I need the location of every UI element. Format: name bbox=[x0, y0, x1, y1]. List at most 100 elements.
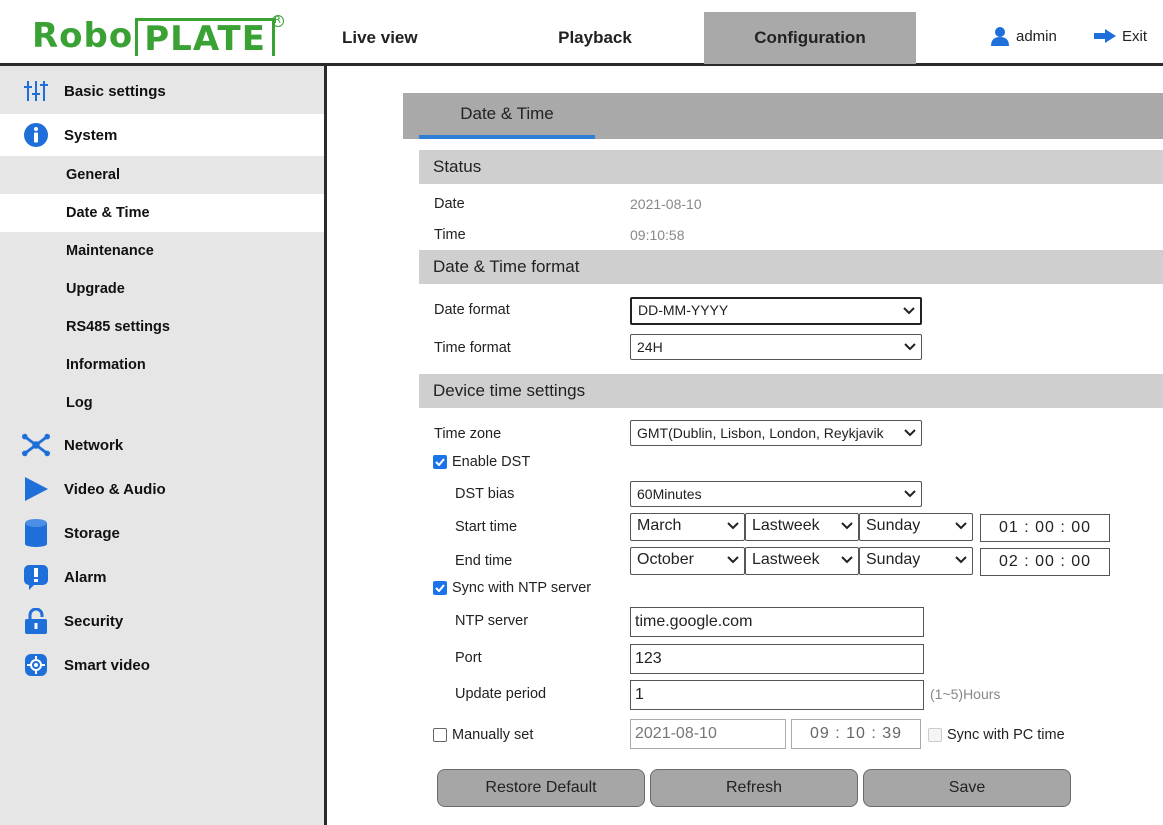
section-date-time-format: Date & Time format bbox=[419, 250, 1163, 284]
end-time-input[interactable]: 02 : 00 : 00 bbox=[980, 548, 1110, 576]
arrow-right-icon bbox=[1094, 29, 1116, 43]
manually-set-label: Manually set bbox=[452, 727, 534, 743]
start-time-input[interactable]: 01 : 00 : 00 bbox=[980, 514, 1110, 542]
end-month-select[interactable]: October bbox=[630, 547, 745, 575]
time-value: 09:10:58 bbox=[630, 227, 685, 243]
update-period-hint: (1~5)Hours bbox=[930, 686, 1001, 702]
end-time-label: End time bbox=[455, 553, 513, 569]
lock-icon bbox=[22, 607, 50, 635]
sidebar-subitem-upgrade[interactable]: Upgrade bbox=[0, 270, 324, 308]
dst-bias-select[interactable]: 60Minutes bbox=[630, 481, 922, 507]
manually-set-checkbox[interactable]: Manually set bbox=[433, 727, 533, 743]
update-period-input[interactable]: 1 bbox=[630, 680, 924, 710]
tab-date-time[interactable]: Date & Time bbox=[419, 93, 595, 139]
time-format-label: Time format bbox=[434, 340, 511, 356]
robo-plate-logo: Robo PLATE R bbox=[32, 15, 284, 59]
start-week-select[interactable]: Lastweek bbox=[745, 513, 859, 541]
sidebar-item-smart-video[interactable]: Smart video bbox=[0, 644, 324, 686]
sidebar-label: Basic settings bbox=[64, 82, 166, 100]
sidebar-subitem-general[interactable]: General bbox=[0, 156, 324, 194]
end-week-value: Lastweek bbox=[752, 551, 820, 568]
time-zone-label: Time zone bbox=[434, 426, 502, 442]
chevron-down-icon bbox=[954, 514, 968, 538]
start-month-select[interactable]: March bbox=[630, 513, 745, 541]
sliders-icon bbox=[22, 77, 50, 105]
chevron-down-icon bbox=[840, 514, 854, 538]
enable-dst-label: Enable DST bbox=[452, 454, 531, 470]
sidebar-label: Video & Audio bbox=[64, 480, 166, 498]
checkbox-empty-icon bbox=[433, 728, 447, 742]
sidebar-label: System bbox=[64, 126, 118, 144]
time-zone-select[interactable]: GMT(Dublin, Lisbon, London, Reykjavik bbox=[630, 420, 922, 446]
checkbox-disabled-icon bbox=[928, 728, 942, 742]
dst-bias-label: DST bias bbox=[455, 486, 515, 502]
start-day-select[interactable]: Sunday bbox=[859, 513, 973, 541]
chevron-down-icon bbox=[840, 548, 854, 572]
chevron-down-icon bbox=[903, 421, 917, 445]
sync-ntp-label: Sync with NTP server bbox=[452, 580, 592, 596]
user-name: admin bbox=[1016, 27, 1057, 45]
start-week-value: Lastweek bbox=[752, 517, 820, 534]
ntp-server-input[interactable]: time.google.com bbox=[630, 607, 924, 637]
tab-bar: Date & Time bbox=[403, 93, 1163, 139]
user-icon bbox=[991, 27, 1009, 46]
time-label: Time bbox=[434, 227, 466, 243]
date-format-value: DD-MM-YYYY bbox=[638, 302, 729, 318]
sidebar-item-alarm[interactable]: Alarm bbox=[0, 556, 324, 598]
end-week-select[interactable]: Lastweek bbox=[745, 547, 859, 575]
exit-button[interactable]: Exit bbox=[1094, 26, 1147, 46]
start-time-label: Start time bbox=[455, 519, 518, 535]
sidebar-subitem-log[interactable]: Log bbox=[0, 384, 324, 422]
restore-default-button[interactable]: Restore Default bbox=[437, 769, 645, 807]
logo-text-plate: PLATE bbox=[144, 19, 266, 59]
sidebar-item-storage[interactable]: Storage bbox=[0, 512, 324, 554]
sidebar-item-video-audio[interactable]: Video & Audio bbox=[0, 468, 324, 510]
chevron-down-icon bbox=[954, 548, 968, 572]
sidebar-subitem-maintenance[interactable]: Maintenance bbox=[0, 232, 324, 270]
manual-time-input[interactable]: 09 : 10 : 39 bbox=[791, 719, 921, 749]
sync-ntp-checkbox[interactable]: Sync with NTP server bbox=[433, 580, 591, 596]
network-icon bbox=[22, 431, 50, 459]
date-format-label: Date format bbox=[434, 302, 510, 318]
sidebar-item-security[interactable]: Security bbox=[0, 600, 324, 642]
checkmark-icon bbox=[433, 581, 447, 595]
sync-pc-time-checkbox[interactable]: Sync with PC time bbox=[928, 727, 1065, 743]
logo-plate-box: PLATE R bbox=[135, 15, 284, 59]
info-icon bbox=[22, 121, 50, 149]
start-day-value: Sunday bbox=[866, 517, 921, 534]
sidebar-label: Alarm bbox=[64, 568, 107, 586]
chevron-down-icon bbox=[726, 548, 740, 572]
sidebar-subitem-information[interactable]: Information bbox=[0, 346, 324, 384]
manual-date-input[interactable]: 2021-08-10 bbox=[630, 719, 786, 749]
chevron-down-icon bbox=[902, 299, 916, 323]
dst-bias-value: 60Minutes bbox=[637, 486, 702, 502]
nav-playback[interactable]: Playback bbox=[500, 0, 690, 64]
end-day-select[interactable]: Sunday bbox=[859, 547, 973, 575]
database-icon bbox=[22, 519, 50, 547]
sidebar-item-basic-settings[interactable]: Basic settings bbox=[0, 70, 324, 112]
nav-configuration[interactable]: Configuration bbox=[704, 12, 916, 64]
user-account[interactable]: admin bbox=[990, 26, 1057, 46]
refresh-button[interactable]: Refresh bbox=[650, 769, 858, 807]
ntp-server-label: NTP server bbox=[455, 613, 529, 629]
time-format-select[interactable]: 24H bbox=[630, 334, 922, 360]
date-value: 2021-08-10 bbox=[630, 196, 702, 212]
sidebar-item-system[interactable]: System bbox=[0, 114, 324, 156]
date-format-select[interactable]: DD-MM-YYYY bbox=[630, 297, 922, 325]
end-month-value: October bbox=[637, 551, 694, 568]
enable-dst-checkbox[interactable]: Enable DST bbox=[433, 454, 530, 470]
sidebar-label: Storage bbox=[64, 524, 120, 542]
sidebar-item-network[interactable]: Network bbox=[0, 424, 324, 466]
smart-video-icon bbox=[22, 651, 50, 679]
time-format-value: 24H bbox=[637, 339, 663, 355]
port-input[interactable]: 123 bbox=[630, 644, 924, 674]
sidebar-subitem-date-time[interactable]: Date & Time bbox=[0, 194, 324, 232]
port-label: Port bbox=[455, 650, 482, 666]
sidebar-label: Smart video bbox=[64, 656, 150, 674]
play-icon bbox=[22, 475, 50, 503]
sidebar-label: Security bbox=[64, 612, 124, 630]
save-button[interactable]: Save bbox=[863, 769, 1071, 807]
end-day-value: Sunday bbox=[866, 551, 921, 568]
sidebar-subitem-rs485-settings[interactable]: RS485 settings bbox=[0, 308, 324, 346]
nav-live-view[interactable]: Live view bbox=[330, 0, 430, 64]
